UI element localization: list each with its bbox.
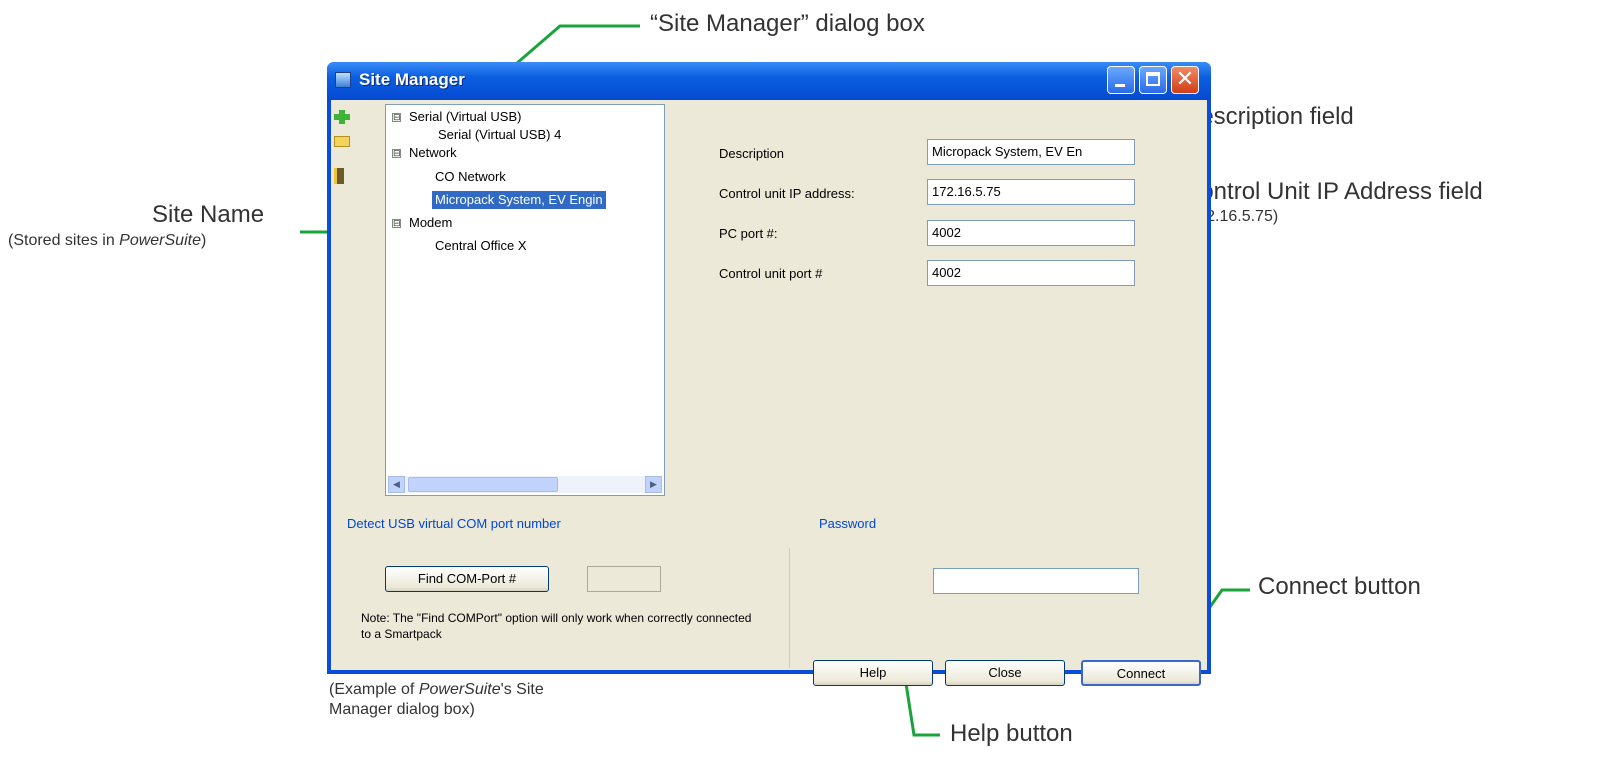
minimize-button[interactable] <box>1107 66 1135 94</box>
horizontal-scrollbar[interactable]: ◀ ▶ <box>388 476 662 493</box>
close-window-button[interactable]: ✕ <box>1171 66 1199 94</box>
scroll-right-icon[interactable]: ▶ <box>645 476 662 493</box>
stored-sites-suffix: ) <box>200 232 207 249</box>
connect-button[interactable]: Connect <box>1081 660 1201 686</box>
tree-item-central-office-x[interactable]: Central Office X <box>435 237 527 255</box>
help-button[interactable]: Help <box>813 660 933 686</box>
scroll-thumb[interactable] <box>408 477 558 492</box>
password-field[interactable] <box>933 568 1139 594</box>
caption-app: PowerSuite <box>418 681 501 698</box>
help-button-callout: Help button <box>950 720 1073 747</box>
dialog-client-area: ⊟ Serial (Virtual USB) Serial (Virtual US… <box>331 100 1207 686</box>
ip-address-field[interactable]: 172.16.5.75 <box>927 179 1135 205</box>
tree-group-network[interactable]: ⊟ Network <box>392 144 457 162</box>
pc-port-field[interactable]: 4002 <box>927 220 1135 246</box>
exit-door-icon[interactable] <box>334 168 344 184</box>
tree-item-serial-usb-4[interactable]: Serial (Virtual USB) 4 <box>438 126 561 144</box>
window-title: Site Manager <box>359 70 465 89</box>
figure-caption: (Example of PowerSuite's Site Manager di… <box>329 680 544 720</box>
ip-address-label: Control unit IP address: <box>719 186 855 201</box>
maximize-button[interactable] <box>1139 66 1167 94</box>
tree-group-label: Network <box>409 145 457 160</box>
tree-group-label: Modem <box>409 215 453 230</box>
scroll-left-icon[interactable]: ◀ <box>388 476 405 493</box>
com-port-output <box>587 566 661 592</box>
stored-sites-app: PowerSuite <box>119 232 201 249</box>
find-com-port-button[interactable]: Find COM-Port # <box>385 566 549 592</box>
pc-port-label: PC port #: <box>719 226 778 241</box>
find-com-note: Note: The "Find COMPort" option will onl… <box>361 611 752 641</box>
title-bar[interactable]: Site Manager ✕ <box>327 62 1211 100</box>
site-tree[interactable]: ⊟ Serial (Virtual USB) Serial (Virtual US… <box>385 104 665 496</box>
tree-group-modem[interactable]: ⊟ Modem <box>392 214 452 232</box>
app-icon <box>335 72 351 88</box>
folder-icon[interactable] <box>334 136 350 147</box>
description-label: Description <box>719 146 785 161</box>
tree-item-co-network[interactable]: CO Network <box>435 168 506 186</box>
connect-button-callout: Connect button <box>1258 573 1421 600</box>
stored-sites-callout: (Stored sites in PowerSuite) <box>8 232 206 250</box>
group-separator <box>789 548 790 668</box>
add-site-icon[interactable] <box>334 110 350 124</box>
caption-line2: Manager dialog box) <box>329 701 475 718</box>
close-button[interactable]: Close <box>945 660 1065 686</box>
description-field[interactable]: Micropack System, EV En <box>927 139 1135 165</box>
tree-item-micropack-selected[interactable]: Micropack System, EV Engin <box>432 191 606 209</box>
close-icon: ✕ <box>1175 67 1195 92</box>
control-unit-port-field[interactable]: 4002 <box>927 260 1135 286</box>
site-name-callout: Site Name <box>152 201 265 228</box>
caption-line1-rest: 's Site <box>500 681 544 698</box>
tree-group-serial[interactable]: ⊟ Serial (Virtual USB) <box>392 108 521 126</box>
collapse-icon[interactable]: ⊟ <box>392 149 401 159</box>
password-label: Password <box>819 516 877 531</box>
stored-sites-prefix: (Stored sites in <box>8 232 120 249</box>
control-unit-port-label: Control unit port # <box>719 266 823 281</box>
collapse-icon[interactable]: ⊟ <box>392 113 401 123</box>
usb-group-label: Detect USB virtual COM port number <box>347 516 561 531</box>
site-manager-window: Site Manager ✕ ⊟ Serial (Virtual USB) Ser… <box>327 62 1211 686</box>
tree-group-label: Serial (Virtual USB) <box>409 109 522 124</box>
caption-prefix: (Example of <box>329 681 419 698</box>
dialog-callout: “Site Manager” dialog box <box>650 10 925 37</box>
ip-field-callout: Control Unit IP Address field <box>1183 178 1483 205</box>
collapse-icon[interactable]: ⊟ <box>392 219 401 229</box>
